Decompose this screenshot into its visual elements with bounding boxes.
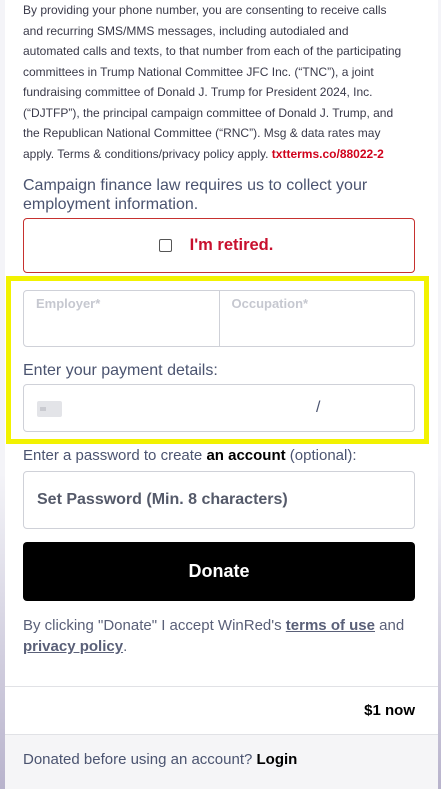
login-prompt-text: Donated before using an account? [23, 751, 253, 768]
txt-terms-link[interactable]: txtterms.co/88022-2 [272, 147, 384, 161]
divider [5, 686, 438, 687]
sms-consent-text: By providing your phone number, you are … [23, 0, 403, 164]
terms-notice: By clicking "Donate" I accept WinRed's t… [23, 615, 418, 657]
terms-of-use-link[interactable]: terms of use [286, 617, 375, 634]
password-label-suffix: (optional): [289, 447, 357, 464]
login-link[interactable]: Login [257, 751, 298, 768]
divider [5, 734, 438, 735]
password-label: Enter a password to create an account (o… [23, 447, 357, 464]
donation-amount: $1 now [364, 702, 415, 719]
employment-notice: Campaign finance law requires us to coll… [23, 177, 368, 213]
consent-body: By providing your phone number, you are … [23, 3, 402, 161]
highlight-box [6, 276, 429, 444]
privacy-policy-link[interactable]: privacy policy [23, 638, 123, 655]
password-input[interactable]: Set Password (Min. 8 characters) [23, 471, 415, 529]
retired-label[interactable]: I'm retired. [190, 236, 274, 255]
retired-checkbox[interactable] [158, 239, 172, 252]
password-label-prefix: Enter a password to create [23, 447, 203, 464]
login-prompt: Donated before using an account? Login [23, 751, 297, 768]
password-label-bold: an account [206, 447, 286, 464]
terms-and: and [379, 617, 405, 634]
terms-prefix: By clicking "Donate" I accept WinRed's [23, 617, 282, 634]
donate-button[interactable]: Donate [23, 542, 415, 601]
retired-checkbox-container[interactable]: I'm retired. [23, 218, 415, 273]
password-placeholder: Set Password (Min. 8 characters) [37, 491, 288, 508]
terms-end: . [123, 638, 128, 655]
